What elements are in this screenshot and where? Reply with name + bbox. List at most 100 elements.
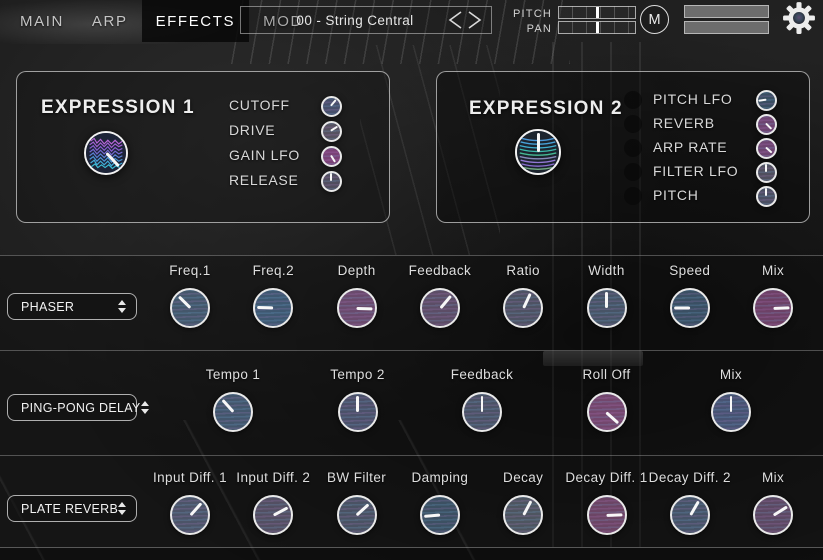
effect-row-reverb: PLATE REVERBInput Diff. 1Input Diff. 2BW… <box>0 455 823 547</box>
knob-ping-pong-delay-mix[interactable] <box>711 392 751 432</box>
knob-drive[interactable] <box>321 121 342 142</box>
knob-label-mix: Mix <box>666 367 796 382</box>
knob-phaser-width[interactable] <box>587 288 627 328</box>
knob-pointer <box>773 306 789 309</box>
knob-phaser-ratio[interactable] <box>503 288 543 328</box>
knob-pointer <box>330 173 332 181</box>
expression-1-panel: EXPRESSION 1 CUTOFFDRIVEGAIN LFORELEASE <box>16 71 390 223</box>
param-label-filter-lfo: FILTER LFO <box>653 163 738 179</box>
expression-2-macro-knob[interactable] <box>515 129 561 175</box>
knob-gain-lfo[interactable] <box>321 146 342 167</box>
knob-pointer <box>257 306 273 309</box>
fx-knob-cell: Mix <box>708 470 823 535</box>
knob-ping-pong-delay-tempo-2[interactable] <box>338 392 378 432</box>
knob-release[interactable] <box>321 171 342 192</box>
preset-name: 00 - String Central <box>241 13 439 28</box>
knob-arp-rate[interactable] <box>756 138 777 159</box>
expression-2-title: EXPRESSION 2 <box>469 98 623 120</box>
preset-next-icon[interactable] <box>469 12 480 28</box>
mute-button[interactable]: M <box>640 5 669 34</box>
knob-plate-reverb-input-diff-2[interactable] <box>253 495 293 535</box>
effect-selector-phaser[interactable]: PHASER <box>7 293 137 320</box>
knob-label-tempo-2: Tempo 2 <box>293 367 423 382</box>
knob-pointer <box>730 396 733 412</box>
selector-label: PHASER <box>21 300 74 314</box>
fx-knob-cell: Mix <box>666 367 796 432</box>
tab-arp[interactable]: ARP <box>78 0 142 42</box>
param-label-cutoff: CUTOFF <box>229 97 290 113</box>
tab-main[interactable]: MAIN <box>6 0 78 42</box>
selector-arrows-icon[interactable] <box>141 401 149 414</box>
knob-reverb[interactable] <box>756 114 777 135</box>
knob-pointer <box>765 188 767 196</box>
knob-pointer <box>330 155 336 163</box>
param-label-gain-lfo: GAIN LFO <box>229 147 300 163</box>
knob-pointer <box>765 147 772 154</box>
knob-pointer <box>330 99 337 106</box>
knob-plate-reverb-input-diff-1[interactable] <box>170 495 210 535</box>
knob-phaser-freq-2[interactable] <box>253 288 293 328</box>
fx-knob-cell: Roll Off <box>542 367 672 432</box>
expression-1-title: EXPRESSION 1 <box>41 97 195 119</box>
top-bar: MAINARPEFFECTSMOD 00 - String Central PI… <box>0 0 823 42</box>
knob-pointer <box>606 411 620 424</box>
knob-label-mix: Mix <box>708 263 823 278</box>
knob-pointer <box>356 396 359 412</box>
knob-pitch-lfo[interactable] <box>756 90 777 111</box>
knob-pointer <box>758 99 766 102</box>
param-label-arp-rate: ARP RATE <box>653 139 727 155</box>
knob-pitch[interactable] <box>756 186 777 207</box>
knob-phaser-mix[interactable] <box>753 288 793 328</box>
knob-ping-pong-delay-roll-off[interactable] <box>587 392 627 432</box>
knob-plate-reverb-decay-diff-1[interactable] <box>587 495 627 535</box>
knob-pointer <box>674 307 690 310</box>
effect-selector-ping-pong-delay[interactable]: PING-PONG DELAY <box>7 394 137 421</box>
knob-label-tempo-1: Tempo 1 <box>168 367 298 382</box>
tab-effects[interactable]: EFFECTS <box>142 0 250 42</box>
indicator-dot <box>624 115 642 133</box>
fx-knob-cell: Tempo 2 <box>293 367 423 432</box>
knob-phaser-depth[interactable] <box>337 288 377 328</box>
knob-ping-pong-delay-feedback[interactable] <box>462 392 502 432</box>
effect-row-delay: PING-PONG DELAY Tempo 1Tempo 2FeedbackRol… <box>0 350 823 455</box>
preset-selector[interactable]: 00 - String Central <box>240 6 492 34</box>
knob-ping-pong-delay-tempo-1[interactable] <box>213 392 253 432</box>
param-label-pitch-lfo: PITCH LFO <box>653 91 732 107</box>
knob-plate-reverb-decay[interactable] <box>503 495 543 535</box>
expression-1-macro-knob[interactable] <box>84 131 128 175</box>
knob-pointer <box>765 123 772 130</box>
slider-handle[interactable] <box>596 22 599 33</box>
knob-pointer <box>221 399 234 413</box>
slider-handle[interactable] <box>596 7 599 18</box>
fx-knob-cell: Feedback <box>417 367 547 432</box>
knob-cutoff[interactable] <box>321 96 342 117</box>
knob-pointer <box>424 514 440 518</box>
knob-pointer <box>357 307 373 310</box>
settings-gear-icon[interactable] <box>782 1 816 35</box>
knob-pointer <box>189 502 202 516</box>
knob-plate-reverb-mix[interactable] <box>753 495 793 535</box>
knob-pointer <box>330 126 338 132</box>
effect-selector-plate-reverb[interactable]: PLATE REVERB <box>7 495 137 522</box>
knob-plate-reverb-decay-diff-2[interactable] <box>670 495 710 535</box>
knob-pointer <box>481 396 484 412</box>
knob-phaser-freq-1[interactable] <box>170 288 210 328</box>
knob-pointer <box>772 505 787 516</box>
pitch-slider[interactable] <box>558 6 636 19</box>
knob-plate-reverb-bw-filter[interactable] <box>337 495 377 535</box>
knob-pointer <box>522 500 532 516</box>
knob-label-roll-off: Roll Off <box>542 367 672 382</box>
indicator-dot <box>624 139 642 157</box>
indicator-dot <box>624 187 642 205</box>
bottom-strip <box>0 547 823 560</box>
knob-pointer <box>356 503 370 516</box>
selector-label: PING-PONG DELAY <box>21 401 141 415</box>
knob-phaser-speed[interactable] <box>670 288 710 328</box>
param-label-drive: DRIVE <box>229 122 275 138</box>
knob-filter-lfo[interactable] <box>756 162 777 183</box>
preset-prev-icon[interactable] <box>450 12 461 28</box>
knob-pointer <box>178 296 191 309</box>
knob-plate-reverb-damping[interactable] <box>420 495 460 535</box>
pan-slider[interactable] <box>558 21 636 34</box>
knob-phaser-feedback[interactable] <box>420 288 460 328</box>
